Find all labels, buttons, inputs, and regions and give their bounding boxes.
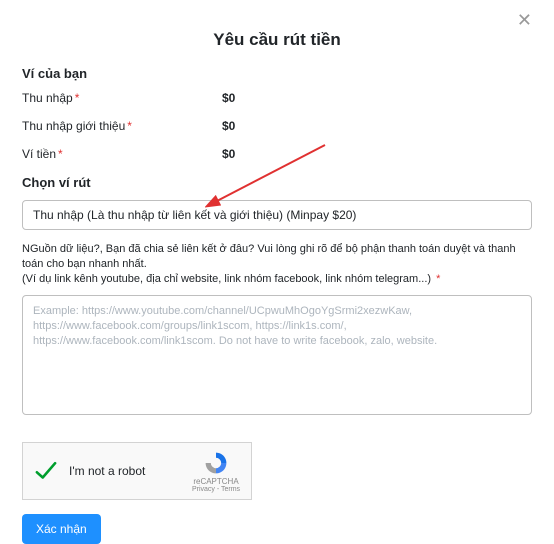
wallet-row-value: $0	[222, 147, 235, 161]
wallet-row: Ví tiền* $0	[22, 147, 532, 161]
wallet-heading: Ví của bạn	[22, 66, 532, 81]
close-icon[interactable]: ✕	[517, 10, 532, 31]
wallet-row: Thu nhập giới thiệu* $0	[22, 119, 532, 133]
modal-title: Yêu cầu rút tiền	[22, 30, 532, 50]
recaptcha-brand: reCAPTCHA	[193, 477, 238, 486]
source-desc-line2: (Ví dụ link kênh youtube, địa chỉ websit…	[22, 273, 431, 285]
wallet-row-label: Thu nhập giới thiệu	[22, 119, 125, 133]
wallet-row-value: $0	[222, 119, 235, 133]
wallet-row-value: $0	[222, 91, 235, 105]
recaptcha-label: I'm not a robot	[69, 464, 191, 478]
recaptcha-terms: Privacy - Terms	[192, 486, 240, 493]
required-mark: *	[127, 119, 132, 133]
wallet-row-label: Thu nhập	[22, 91, 73, 105]
wallet-row: Thu nhập* $0	[22, 91, 532, 105]
withdraw-heading: Chọn ví rút	[22, 175, 532, 190]
wallet-row-label: Ví tiền	[22, 147, 56, 161]
submit-button[interactable]: Xác nhận	[22, 514, 101, 544]
recaptcha-logo-icon	[203, 450, 229, 476]
required-mark: *	[436, 273, 440, 285]
required-mark: *	[75, 91, 80, 105]
checkmark-icon	[33, 458, 59, 484]
source-textarea[interactable]	[22, 295, 532, 415]
source-desc-line1: NGuồn dữ liệu?, Bạn đã chia sẻ liên kết …	[22, 243, 516, 270]
wallet-select[interactable]: Thu nhập (Là thu nhập từ liên kết và giớ…	[22, 200, 532, 230]
source-description: NGuồn dữ liệu?, Bạn đã chia sẻ liên kết …	[22, 242, 532, 287]
recaptcha-widget[interactable]: I'm not a robot reCAPTCHA Privacy - Term…	[22, 442, 252, 500]
wallet-select-value: Thu nhập (Là thu nhập từ liên kết và giớ…	[33, 208, 356, 222]
required-mark: *	[58, 147, 63, 161]
